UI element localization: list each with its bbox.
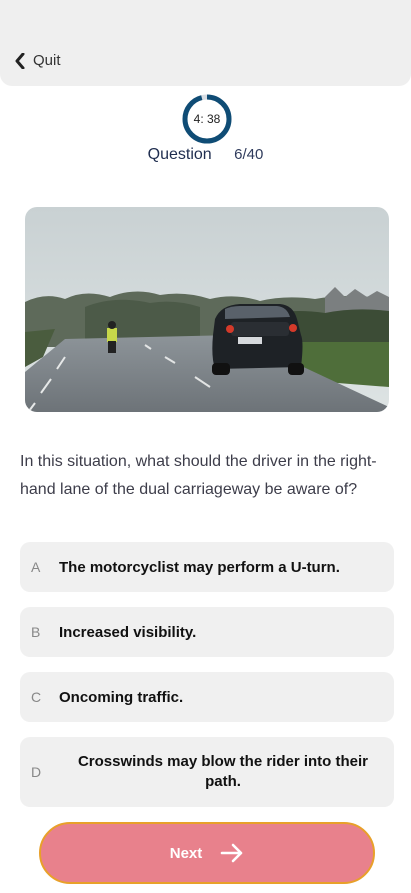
option-letter: D <box>31 764 42 780</box>
answer-option-b[interactable]: B Increased visibility. <box>20 607 394 657</box>
arrow-right-icon <box>220 843 243 863</box>
option-letter: A <box>31 559 41 575</box>
top-bar: Quit <box>0 0 411 86</box>
quit-button[interactable]: Quit <box>14 52 61 69</box>
timer-text: 4: 38 <box>193 112 221 126</box>
option-letter: C <box>31 689 42 705</box>
quit-label: Quit <box>33 52 61 69</box>
countdown-timer: 4: 38 <box>181 93 233 145</box>
chevron-left-icon <box>15 52 25 69</box>
question-number: 6/40 <box>234 146 264 163</box>
question-counter: Question 6/40 <box>0 146 411 164</box>
next-button[interactable]: Next <box>39 822 375 884</box>
answer-option-a[interactable]: A The motorcyclist may perform a U-turn. <box>20 542 394 592</box>
answer-option-c[interactable]: C Oncoming traffic. <box>20 672 394 722</box>
option-text: Crosswinds may blow the rider into their… <box>77 753 369 790</box>
next-label: Next <box>169 844 203 862</box>
question-label: Question <box>147 146 212 163</box>
answer-option-d[interactable]: D Crosswinds may blow the rider into the… <box>20 737 394 807</box>
option-letter: B <box>31 624 41 640</box>
option-text: Increased visibility. <box>59 623 197 641</box>
option-text: The motorcyclist may perform a U-turn. <box>59 558 340 576</box>
question-text: In this situation, what should the drive… <box>20 453 377 498</box>
option-text: Oncoming traffic. <box>59 688 184 706</box>
question-photo <box>25 207 389 412</box>
